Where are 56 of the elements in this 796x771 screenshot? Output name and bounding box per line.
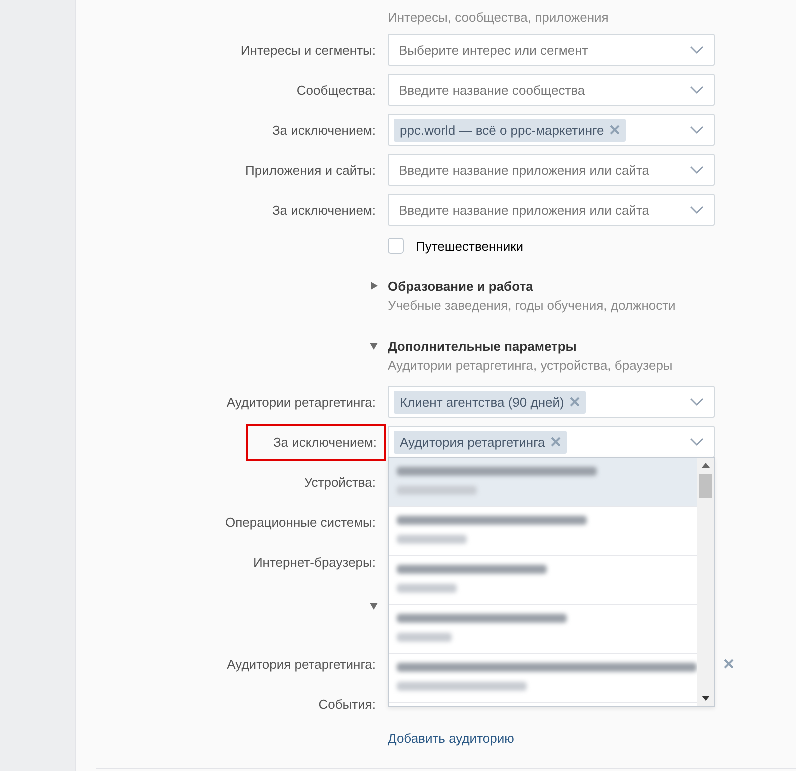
chevron-down-icon[interactable] bbox=[690, 206, 704, 214]
field-label: За исключением: bbox=[272, 202, 376, 218]
add-audience-link[interactable]: Добавить аудиторию bbox=[388, 730, 514, 746]
scroll-down-icon[interactable] bbox=[702, 696, 710, 701]
field-label: Аудитории ретаргетинга: bbox=[226, 394, 376, 410]
placeholder-text: Введите название приложения или сайта bbox=[398, 202, 650, 218]
remove-icon[interactable] bbox=[570, 397, 580, 407]
field-label: Интернет-браузеры: bbox=[253, 554, 376, 570]
placeholder-text: Выберите интерес или сегмент bbox=[398, 42, 588, 58]
field-label: События: bbox=[318, 696, 376, 712]
field-label: Операционные системы: bbox=[225, 514, 376, 530]
section-subtitle: Учебные заведения, годы обучения, должности bbox=[388, 297, 677, 315]
chevron-down-icon[interactable] bbox=[690, 166, 704, 174]
section-title[interactable]: Образование и работа bbox=[388, 278, 534, 294]
section-title[interactable]: Дополнительные параметры bbox=[388, 338, 577, 354]
chevron-down-icon[interactable] bbox=[690, 126, 704, 134]
chevron-down-icon[interactable] bbox=[690, 398, 704, 406]
chevron-down-icon[interactable] bbox=[690, 438, 704, 446]
checkbox-label: Путешественники bbox=[416, 238, 524, 254]
select-field[interactable]: Введите название приложения или сайта bbox=[388, 154, 715, 186]
chevron-down-icon[interactable] bbox=[690, 46, 704, 54]
field-label: Приложения и сайты: bbox=[246, 162, 376, 178]
section-subtitle: Аудитории ретаргетинга, устройства, браузеры bbox=[388, 357, 674, 375]
section-subtitle: Интересы, сообщества, приложения bbox=[388, 10, 609, 24]
select-field[interactable]: Введите название сообщества bbox=[388, 74, 715, 106]
placeholder-text: Введите название приложения или сайта bbox=[398, 162, 650, 178]
select-field[interactable]: Введите название приложения или сайта bbox=[388, 194, 715, 226]
blurred-text bbox=[397, 535, 467, 544]
blurred-text bbox=[397, 584, 457, 593]
scrollbar[interactable] bbox=[697, 458, 714, 706]
select-field[interactable]: Аудитория ретаргетинга bbox=[388, 426, 715, 458]
dropdown-option[interactable] bbox=[389, 458, 697, 507]
remove-icon[interactable] bbox=[610, 125, 620, 135]
field-label: За исключением: bbox=[272, 122, 376, 138]
field-label: За исключением: bbox=[248, 426, 384, 458]
triangle-down-icon[interactable] bbox=[370, 602, 378, 610]
field-label: Сообщества: bbox=[296, 82, 376, 98]
placeholder-text: Введите название сообщества bbox=[398, 82, 586, 98]
chevron-down-icon[interactable] bbox=[690, 86, 704, 94]
field-label: Интересы и сегменты: bbox=[240, 42, 376, 58]
triangle-down-icon[interactable] bbox=[370, 342, 378, 350]
triangle-right-icon[interactable] bbox=[370, 282, 378, 290]
select-field[interactable]: Выберите интерес или сегмент bbox=[388, 34, 715, 66]
checkbox[interactable] bbox=[388, 238, 404, 254]
field-label: Устройства: bbox=[304, 474, 376, 490]
field-label: Аудитория ретаргетинга: bbox=[227, 656, 376, 672]
blurred-text bbox=[397, 633, 452, 642]
tag-label: Аудитория ретаргетинга bbox=[400, 434, 546, 450]
tag-label: Клиент агентства (90 дней) bbox=[400, 394, 564, 410]
remove-icon[interactable] bbox=[551, 437, 562, 447]
scroll-up-icon[interactable] bbox=[702, 463, 710, 468]
close-icon[interactable] bbox=[724, 659, 734, 669]
scrollbar-thumb[interactable] bbox=[699, 474, 712, 498]
select-field[interactable]: ppc.world — всё о ppc-маркетинге bbox=[388, 114, 715, 146]
select-field[interactable]: Клиент агентства (90 дней) bbox=[388, 386, 715, 418]
tag-label: ppc.world — всё о ppc-маркетинге bbox=[400, 122, 604, 138]
